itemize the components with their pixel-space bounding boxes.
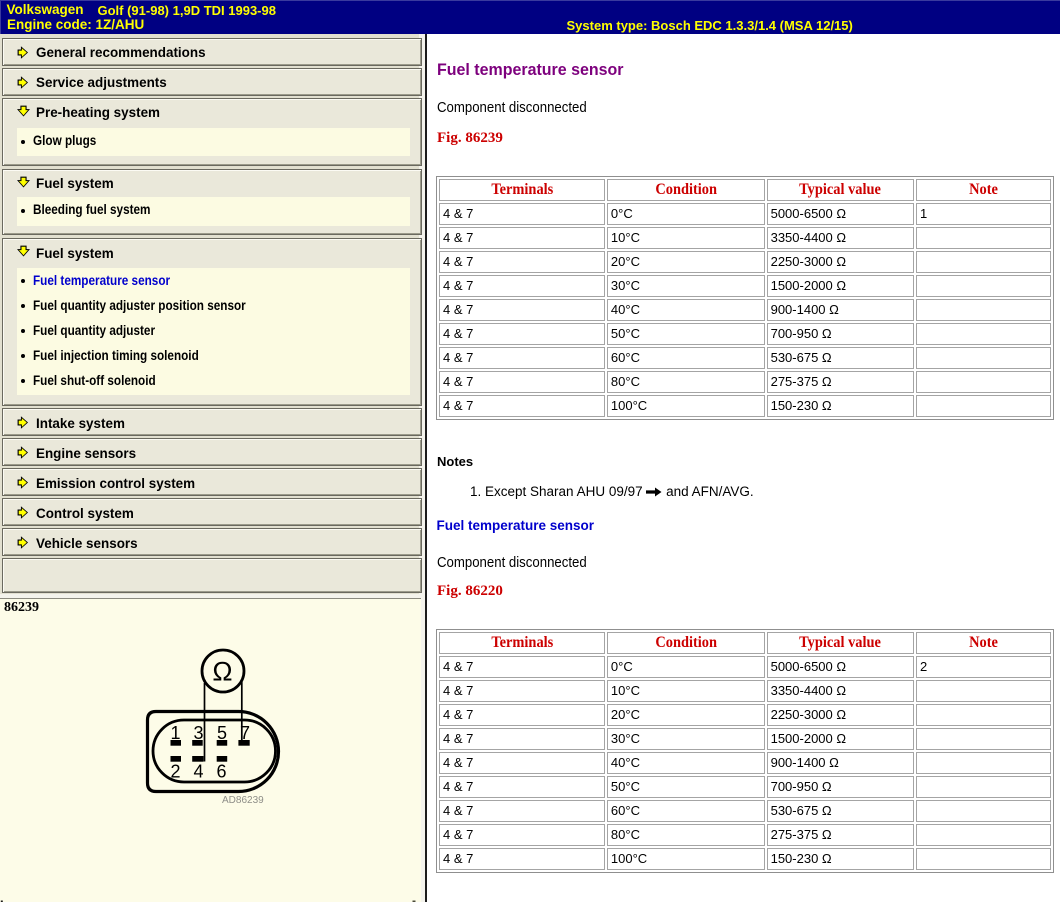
svg-text:5: 5: [217, 723, 227, 743]
svg-text:7: 7: [240, 723, 250, 743]
svg-text:2: 2: [170, 762, 180, 782]
svg-text:3: 3: [193, 723, 203, 743]
svg-text:4: 4: [193, 762, 203, 782]
svg-text:AD86239: AD86239: [222, 795, 264, 806]
svg-text:6: 6: [216, 762, 226, 782]
svg-text:1: 1: [170, 723, 180, 743]
svg-text:Ω: Ω: [212, 657, 232, 687]
